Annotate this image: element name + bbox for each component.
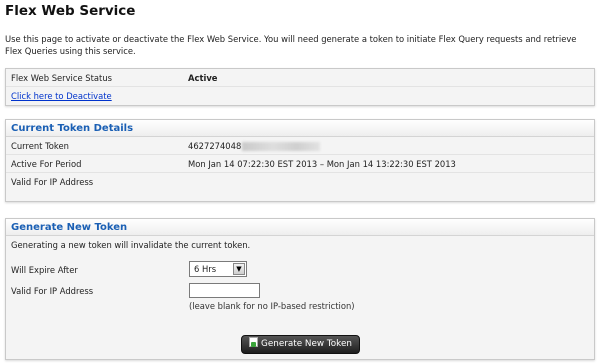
deactivate-row: Click here to Deactivate	[6, 87, 594, 105]
current-token-heading: Current Token Details	[6, 120, 594, 137]
generate-token-heading: Generate New Token	[6, 219, 594, 236]
page-title: Flex Web Service	[5, 3, 136, 19]
service-status-label: Flex Web Service Status	[11, 73, 112, 83]
service-status-panel: Flex Web Service Status Active Click her…	[5, 68, 595, 106]
current-token-label: Current Token	[11, 141, 69, 151]
ip-address-label: Valid For IP Address	[11, 286, 94, 296]
active-period-row: Active For Period Mon Jan 14 07:22:30 ES…	[6, 155, 594, 173]
deactivate-link[interactable]: Click here to Deactivate	[11, 87, 112, 105]
active-period-label: Active For Period	[11, 159, 82, 169]
generate-token-button[interactable]: Generate New Token	[241, 335, 360, 354]
ip-address-hint: (leave blank for no IP-based restriction…	[189, 301, 355, 311]
service-status-row: Flex Web Service Status Active	[6, 69, 594, 87]
expire-label: Will Expire After	[11, 265, 78, 275]
chevron-down-icon[interactable]: ▼	[233, 263, 245, 275]
current-token-panel: Current Token Details Current Token 4627…	[5, 119, 595, 202]
ip-address-input[interactable]	[189, 283, 260, 298]
generate-token-panel: Generate New Token Generating a new toke…	[5, 218, 595, 360]
generate-token-button-label: Generate New Token	[261, 339, 352, 349]
expire-select-value: 6 Hrs	[194, 264, 217, 274]
generate-warning: Generating a new token will invalidate t…	[11, 240, 251, 250]
current-token-text: 4627274048	[188, 141, 242, 151]
valid-ip-row: Valid For IP Address	[6, 173, 594, 191]
expire-select[interactable]: 6 Hrs ▼	[189, 261, 247, 277]
redacted-token-blur	[242, 142, 321, 151]
service-status-value: Active	[188, 73, 218, 83]
valid-ip-label: Valid For IP Address	[11, 177, 94, 187]
page-intro: Use this page to activate or deactivate …	[5, 34, 577, 56]
current-token-value: 4627274048	[188, 137, 321, 155]
current-token-row: Current Token 4627274048	[6, 137, 594, 155]
document-add-icon	[249, 337, 259, 347]
active-period-value: Mon Jan 14 07:22:30 EST 2013 – Mon Jan 1…	[188, 159, 456, 169]
